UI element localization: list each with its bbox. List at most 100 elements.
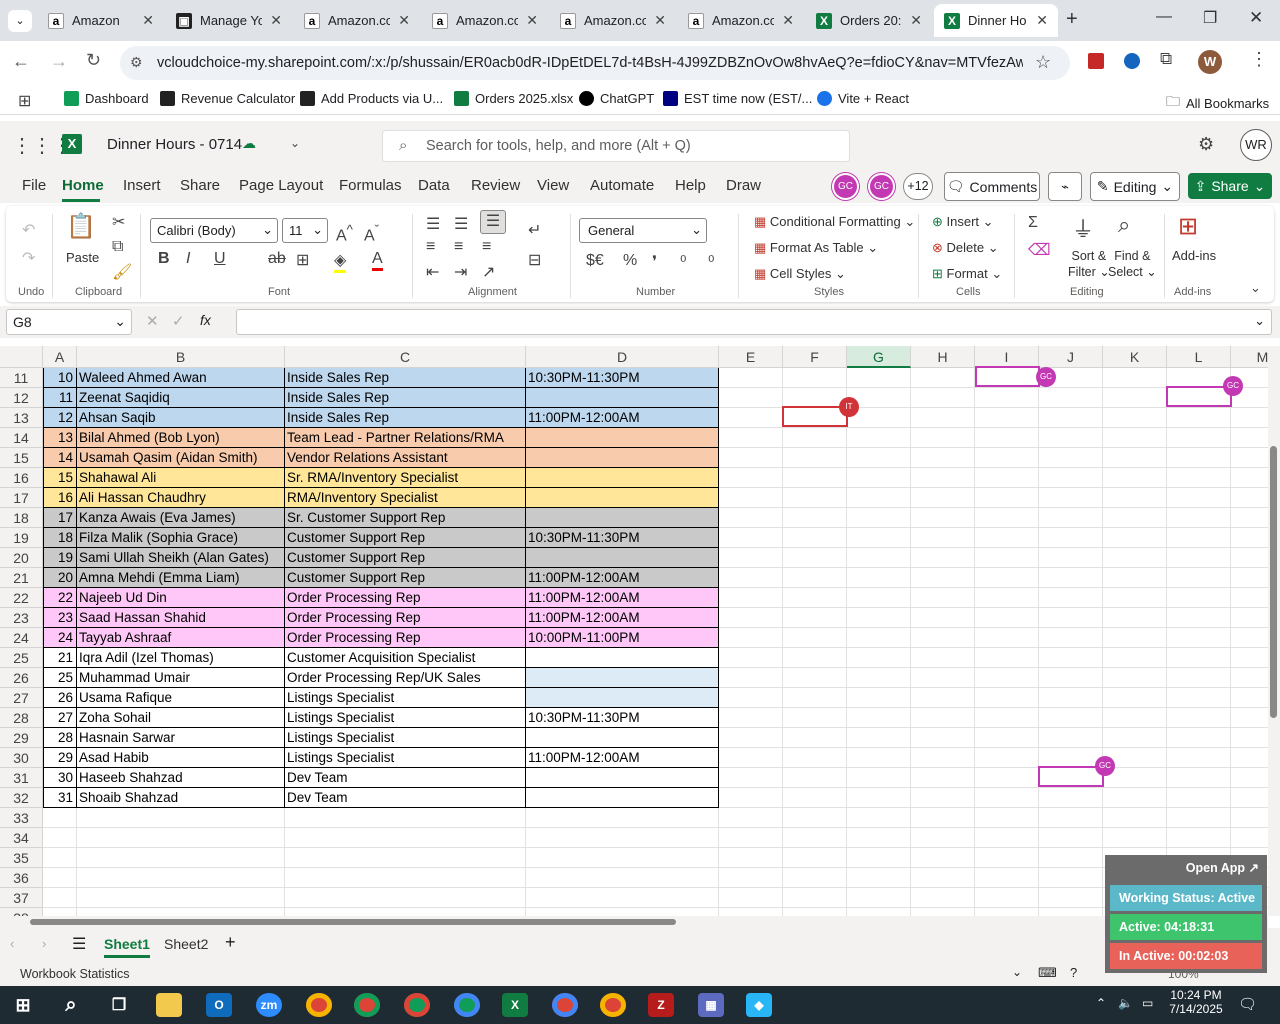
fx-icon[interactable]: fx [200,312,211,328]
column-header[interactable]: K [1103,346,1167,368]
role-cell[interactable]: Customer Support Rep [285,548,526,568]
name-cell[interactable]: Saad Hassan Shahid [77,608,285,628]
align-top-icon[interactable]: ☰ [426,214,440,234]
format-cells-button[interactable]: ⊞ Format ⌄ [932,266,1002,282]
format-painter-icon[interactable]: 🖌 [112,262,132,282]
align-right-icon[interactable]: ≡ [482,238,491,256]
name-cell[interactable]: Zoha Sohail [77,708,285,728]
tab-share[interactable]: Share [180,177,220,194]
row-header[interactable]: 19 [0,528,43,548]
browser-tab[interactable]: a Amazon.cc ✕ [294,4,420,37]
calculator-icon[interactable]: ▦ [698,993,724,1017]
name-cell[interactable]: Shoaib Shahzad [77,788,285,808]
close-icon[interactable]: ✕ [142,12,154,29]
cancel-icon[interactable]: ✕ [146,312,159,330]
row-header[interactable]: 33 [0,808,43,828]
index-cell[interactable]: 11 [43,388,77,408]
minimize-icon[interactable]: — [1156,8,1172,26]
font-name-select[interactable]: Calibri (Body) ⌄ [150,218,278,243]
name-cell[interactable]: Tayyab Ashraaf [77,628,285,648]
collaborator-badge[interactable]: GC [1223,376,1243,396]
row-header[interactable]: 18 [0,508,43,528]
browser-tab[interactable]: a Amazon ✕ [38,4,164,37]
row-header[interactable]: 11 [0,368,43,388]
open-app-link[interactable]: Open App ↗ [1186,860,1259,875]
user-avatar[interactable]: WR [1240,129,1272,161]
tab-view[interactable]: View [537,177,569,194]
row-header[interactable]: 12 [0,388,43,408]
notification-icon[interactable]: 🗨 [1238,995,1257,1013]
network-icon[interactable]: ▭ [1142,996,1153,1010]
time-slot-cell[interactable] [526,448,719,468]
time-slot-cell[interactable]: 11:00PM-12:00AM [526,408,719,428]
role-cell[interactable]: Listings Specialist [285,728,526,748]
cut-icon[interactable]: ✂ [112,212,125,232]
fill-color-icon[interactable]: ◈ [334,250,347,273]
gear-icon[interactable]: ⚙ [1198,134,1214,155]
time-slot-cell[interactable] [526,548,719,568]
conditional-formatting-button[interactable]: ▦ Conditional Formatting ⌄ [754,214,915,230]
italic-icon[interactable]: I [186,250,190,268]
decrease-indent-icon[interactable]: ⇤ [426,262,439,282]
name-cell[interactable]: Ali Hassan Chaudhry [77,488,285,508]
paste-button[interactable]: Paste [66,250,99,265]
index-cell[interactable]: 26 [43,688,77,708]
tray-chevron-icon[interactable]: ⌃ [1096,996,1106,1010]
browser-tab[interactable]: ▣ Manage Yo ✕ [166,4,292,37]
tab-insert[interactable]: Insert [123,177,161,194]
row-header[interactable]: 36 [0,868,43,888]
decrease-font-icon[interactable]: Aˇ [364,222,379,245]
outlook-icon[interactable]: O [206,993,232,1017]
role-cell[interactable]: Customer Acquisition Specialist [285,648,526,668]
align-center-icon[interactable]: ≡ [454,238,463,256]
row-header[interactable]: 17 [0,488,43,508]
time-slot-cell[interactable] [526,788,719,808]
column-header[interactable]: E [719,346,783,368]
name-cell[interactable]: Iqra Adil (Izel Thomas) [77,648,285,668]
time-slot-cell[interactable] [526,388,719,408]
filezilla-icon[interactable]: Z [648,993,674,1017]
row-header[interactable]: 31 [0,768,43,788]
restore-icon[interactable]: ❐ [1203,8,1217,28]
undo-icon[interactable]: ↶ [22,220,35,240]
bookmark-item[interactable]: Orders 2025.xlsx [454,91,573,106]
time-slot-cell[interactable] [526,488,719,508]
reload-icon[interactable]: ↻ [86,50,101,71]
url-text[interactable]: vcloudchoice-my.sharepoint.com/:x:/p/shu… [157,55,1023,71]
index-cell[interactable]: 14 [43,448,77,468]
addins-button[interactable]: Add-ins [1172,248,1216,263]
increase-font-icon[interactable]: A^ [336,222,353,245]
bookmark-item[interactable]: EST time now (EST/... [663,91,812,106]
index-cell[interactable]: 12 [43,408,77,428]
row-header[interactable]: 38 [0,908,43,916]
check-icon[interactable]: ✓ [172,312,185,330]
file-explorer-icon[interactable] [156,993,182,1017]
zoom-icon[interactable]: zm [256,993,282,1017]
collaborator-badge[interactable]: GC [1095,756,1115,776]
window-close-icon[interactable]: ✕ [1249,8,1263,28]
row-header[interactable]: 28 [0,708,43,728]
chrome-icon[interactable] [404,993,430,1017]
find-select-button[interactable]: Find & Select ⌄ [1108,248,1157,280]
index-cell[interactable]: 16 [43,488,77,508]
chrome-icon[interactable] [454,993,480,1017]
index-cell[interactable]: 30 [43,768,77,788]
index-cell[interactable]: 31 [43,788,77,808]
name-box[interactable]: G8 ⌄ [6,309,132,335]
tab-automate[interactable]: Automate [590,177,654,194]
expand-formula-icon[interactable]: ⌄ [1254,313,1265,329]
role-cell[interactable]: Order Processing Rep [285,608,526,628]
percent-icon[interactable]: % [623,252,637,270]
tab-review[interactable]: Review [471,177,520,194]
name-cell[interactable]: Waleed Ahmed Awan [77,368,285,388]
role-cell[interactable]: Listings Specialist [285,748,526,768]
clear-icon[interactable]: ⌫ [1028,240,1051,260]
role-cell[interactable]: Sr. Customer Support Rep [285,508,526,528]
strikethrough-icon[interactable]: ab [268,250,286,268]
sheet-list-icon[interactable]: ☰ [72,934,86,954]
close-icon[interactable]: ✕ [782,12,794,29]
column-header[interactable]: A [43,346,77,368]
bookmark-item[interactable]: Add Products via U... [300,91,443,106]
row-header[interactable]: 13 [0,408,43,428]
column-header[interactable]: B [77,346,285,368]
